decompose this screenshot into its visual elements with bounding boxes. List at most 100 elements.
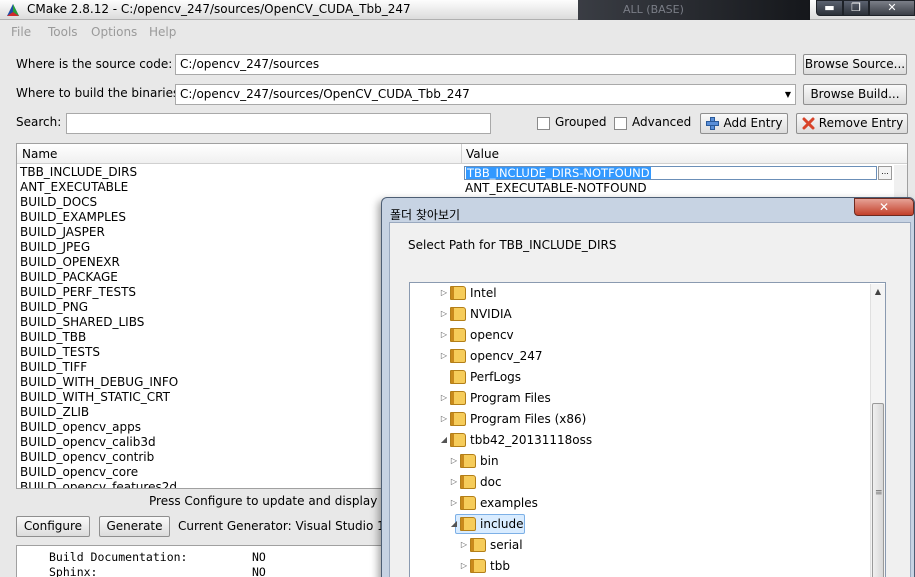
dialog-close-button[interactable]: ✕: [854, 198, 914, 216]
configure-button[interactable]: Configure: [16, 516, 90, 537]
log-key: Build Documentation:: [49, 550, 188, 564]
source-path-input[interactable]: C:/opencv_247/sources: [175, 54, 796, 75]
expand-arrow-icon[interactable]: ▷: [459, 535, 469, 555]
folder-tree-item[interactable]: ▷ Program Files: [410, 388, 868, 408]
folder-tree-item-label: tbb: [490, 559, 510, 573]
dialog-body: Select Path for TBB_INCLUDE_DIRS ▷ Intel ▷…: [389, 222, 911, 577]
folder-tree-item[interactable]: ▷ bin: [410, 451, 868, 471]
generate-button[interactable]: Generate: [99, 516, 170, 537]
folder-icon: [450, 307, 466, 321]
log-value: NO: [252, 550, 266, 564]
collapse-arrow-icon[interactable]: ◢: [449, 514, 459, 534]
folder-tree-item-label: opencv: [470, 328, 514, 342]
scroll-grip-icon: ≡: [875, 488, 883, 498]
folder-tree-item-label: bin: [480, 454, 499, 468]
plus-icon: [706, 117, 719, 130]
folder-tree-item[interactable]: ▷ NVIDIA: [410, 304, 868, 324]
folder-tree-item[interactable]: ▷ serial: [410, 535, 868, 555]
tree-scrollbar-thumb[interactable]: ≡: [872, 403, 884, 577]
folder-icon: [460, 454, 476, 468]
source-label: Where is the source code:: [16, 57, 173, 71]
folder-tree-item[interactable]: PerfLogs: [410, 367, 868, 387]
menu-tools[interactable]: Tools: [48, 25, 78, 39]
expand-arrow-icon[interactable]: ▷: [439, 409, 449, 429]
table-row[interactable]: ANT_EXECUTABLE: [20, 180, 460, 195]
folder-icon: [450, 391, 466, 405]
expand-arrow-icon[interactable]: ▷: [439, 283, 449, 303]
build-label: Where to build the binaries:: [16, 86, 184, 100]
table-header: Name Value: [17, 144, 907, 164]
dialog-description: Select Path for TBB_INCLUDE_DIRS: [408, 238, 617, 252]
expand-arrow-icon[interactable]: ▷: [439, 325, 449, 345]
search-label: Search:: [16, 115, 62, 129]
folder-tree-item[interactable]: ▷ examples: [410, 493, 868, 513]
folder-tree-item-label: include: [480, 517, 524, 531]
advanced-label: Advanced: [632, 115, 692, 129]
folder-icon: [450, 286, 466, 300]
grouped-label: Grouped: [555, 115, 607, 129]
expand-arrow-icon[interactable]: ▷: [449, 451, 459, 471]
menu-help[interactable]: Help: [149, 25, 176, 39]
add-entry-label: Add Entry: [723, 116, 783, 130]
menu-options[interactable]: Options: [91, 25, 137, 39]
folder-tree-item-label: Program Files: [470, 391, 551, 405]
value-edit-field[interactable]: TBB_INCLUDE_DIRS-NOTFOUND: [464, 166, 877, 180]
column-divider[interactable]: [461, 144, 462, 164]
scroll-up-icon[interactable]: ▲: [872, 286, 884, 298]
search-input[interactable]: [66, 113, 491, 134]
column-header-value[interactable]: Value: [466, 147, 499, 161]
column-header-name[interactable]: Name: [22, 147, 57, 161]
table-row[interactable]: TBB_INCLUDE_DIRS: [20, 165, 460, 180]
folder-tree-item[interactable]: ◢ include: [410, 514, 868, 534]
output-log[interactable]: Build Documentation: NO Sphinx: NO: [16, 545, 416, 577]
folder-icon: [470, 538, 486, 552]
remove-x-icon: [802, 117, 815, 130]
folder-tree-item-label: doc: [480, 475, 502, 489]
folder-icon: [450, 433, 466, 447]
expand-arrow-icon[interactable]: ▷: [439, 304, 449, 324]
grouped-checkbox[interactable]: [537, 117, 550, 130]
folder-icon: [460, 517, 476, 531]
menu-bar: File Tools Options Help: [0, 21, 915, 43]
maximize-button[interactable]: ❐: [843, 0, 869, 16]
folder-tree-item-label: Intel: [470, 286, 497, 300]
menu-file[interactable]: File: [11, 25, 31, 39]
folder-icon: [450, 412, 466, 426]
build-path-combo[interactable]: C:/opencv_247/sources/OpenCV_CUDA_Tbb_24…: [175, 84, 796, 105]
value-browse-button[interactable]: ...: [878, 166, 892, 180]
background-window-titlebar: ALL (BASE): [578, 0, 810, 20]
advanced-checkbox[interactable]: [614, 117, 627, 130]
value-edit-selected-text: TBB_INCLUDE_DIRS-NOTFOUND: [466, 166, 651, 180]
folder-tree-item-label: tbb42_20131118oss: [470, 433, 593, 447]
chevron-down-icon[interactable]: ▼: [781, 84, 795, 105]
folder-tree-item[interactable]: ▷ Program Files (x86): [410, 409, 868, 429]
folder-tree[interactable]: ▷ Intel ▷ NVIDIA ▷ opencv ▷ opencv_247 PerfLogs ▷…: [409, 282, 886, 577]
browse-source-button[interactable]: Browse Source...: [803, 54, 907, 75]
expand-arrow-icon[interactable]: ▷: [459, 556, 469, 576]
folder-tree-item[interactable]: ▷ opencv: [410, 325, 868, 345]
close-button[interactable]: ✕: [869, 0, 915, 16]
folder-tree-item[interactable]: ▷ doc: [410, 472, 868, 492]
folder-tree-item-label: opencv_247: [470, 349, 543, 363]
folder-tree-item[interactable]: ◢ tbb42_20131118oss: [410, 430, 868, 450]
expand-arrow-icon[interactable]: ▷: [449, 472, 459, 492]
minimize-button[interactable]: ▬: [816, 0, 843, 16]
remove-entry-button[interactable]: Remove Entry: [796, 113, 908, 134]
folder-tree-item[interactable]: ▷ tbb: [410, 556, 868, 576]
cmake-logo-icon: [7, 4, 19, 16]
folder-tree-item[interactable]: ▷ Intel: [410, 283, 868, 303]
expand-arrow-icon[interactable]: ▷: [439, 388, 449, 408]
table-cell-value[interactable]: ANT_EXECUTABLE-NOTFOUND: [465, 181, 647, 195]
collapse-arrow-icon[interactable]: ◢: [439, 430, 449, 450]
expand-arrow-icon[interactable]: ▷: [449, 493, 459, 513]
log-value: NO: [252, 565, 266, 577]
log-key: Sphinx:: [49, 565, 98, 577]
folder-icon: [450, 349, 466, 363]
folder-tree-item-label: Program Files (x86): [470, 412, 587, 426]
expand-arrow-icon[interactable]: ▷: [439, 346, 449, 366]
folder-tree-item[interactable]: ▷ opencv_247: [410, 346, 868, 366]
dialog-title: 폴더 찾아보기: [390, 208, 461, 222]
add-entry-button[interactable]: Add Entry: [700, 113, 788, 134]
expand-arrow-icon: [439, 367, 449, 387]
browse-build-button[interactable]: Browse Build...: [803, 84, 907, 105]
